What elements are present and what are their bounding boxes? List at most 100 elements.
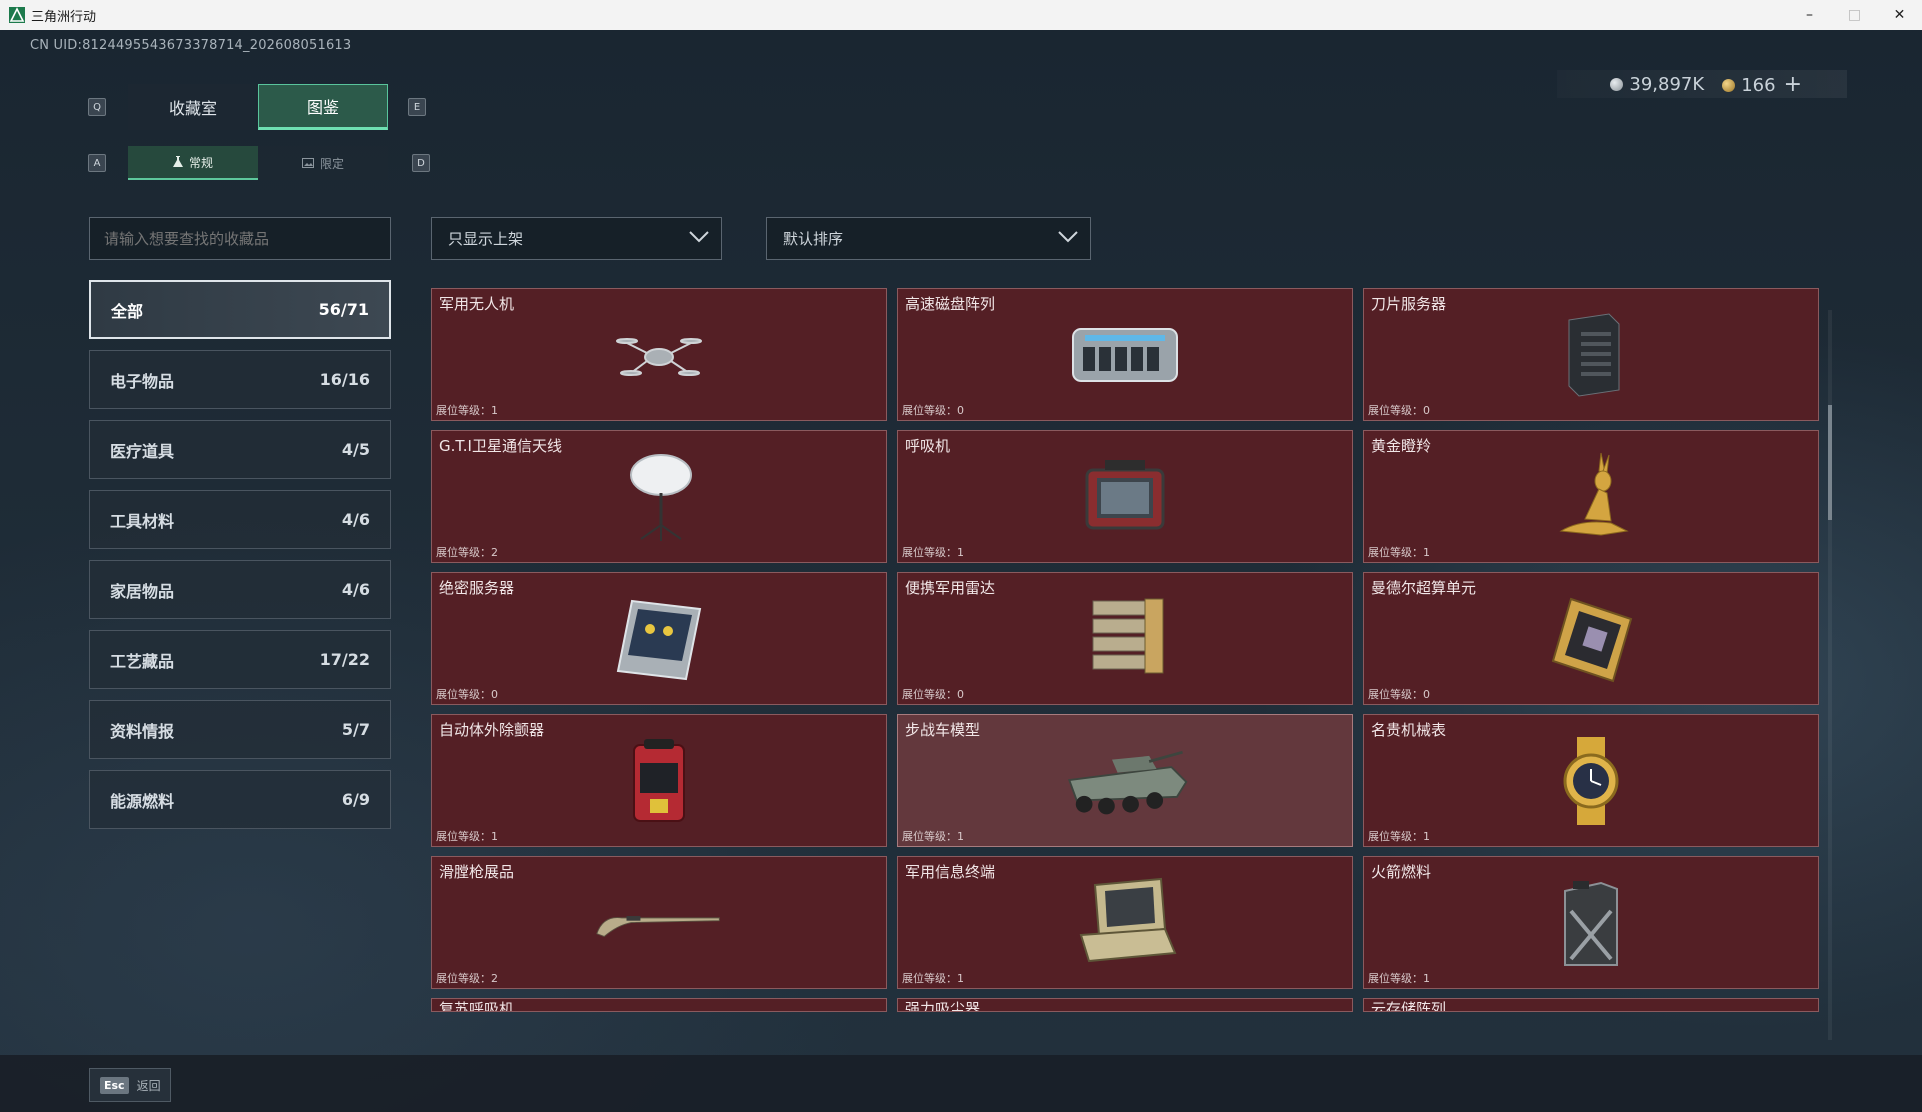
item-name: 绝密服务器 [439,579,515,597]
compute-unit-icon [1526,587,1656,691]
sort-dropdown[interactable]: 默认排序 [766,217,1091,260]
maximize-button[interactable]: □ [1832,0,1877,30]
radar-icon [1060,587,1190,691]
category-count: 4/6 [341,580,370,599]
collection-item-card[interactable]: 自动体外除颤器 展位等级：1 [431,714,887,847]
item-display-level: 展位等级：1 [1368,830,1430,843]
ventilator-icon [1060,445,1190,549]
category-label: 电子物品 [110,371,175,391]
collection-item-card[interactable]: 绝密服务器 展位等级：0 [431,572,887,705]
fuel-can-icon [1526,871,1656,975]
tab-collection-room[interactable]: 收藏室 [128,84,258,130]
collection-item-card[interactable]: 火箭燃料展位等级：1 [1363,856,1819,989]
tab-catalog[interactable]: 图鉴 [258,84,388,130]
collection-item-card[interactable]: 呼吸机 展位等级：1 [897,430,1353,563]
add-currency-button[interactable]: + [1784,72,1802,97]
category-label: 资料情报 [110,721,175,741]
category-count: 5/7 [341,720,370,739]
collection-search-input[interactable] [89,217,391,260]
hotkey-q: Q [88,98,106,116]
category-all[interactable]: 全部 56/71 [89,280,391,339]
watch-icon [1526,729,1656,833]
collection-item-card[interactable]: 军用信息终端 展位等级：1 [897,856,1353,989]
back-button[interactable]: Esc 返回 [89,1068,171,1102]
collection-item-card[interactable]: 高速磁盘阵列 展位等级：0 [897,288,1353,421]
item-name: 军用无人机 [439,295,515,313]
esc-key-hint: Esc [100,1076,129,1094]
silver-balance: 39,897K [1610,74,1704,95]
item-name: G.T.I卫星通信天线 [439,437,562,455]
item-name: 曼德尔超算单元 [1371,579,1477,597]
item-name: 强力吸尘器 [905,1000,981,1012]
category-count: 6/9 [341,790,370,809]
scrollbar-thumb[interactable] [1828,405,1832,520]
minimize-button[interactable]: – [1787,0,1832,30]
collection-item-card[interactable]: G.T.I卫星通信天线 展位等级：2 [431,430,887,563]
collection-item-card[interactable]: 复苏呼吸机 [431,998,887,1012]
hotkey-e: E [408,98,426,116]
ifv-model-icon [1060,729,1190,833]
category-count: 56/71 [318,300,369,319]
chevron-down-icon [1058,231,1078,243]
category-count: 16/16 [319,370,370,389]
subtab-regular-label: 常规 [188,155,213,170]
satellite-dish-icon [594,445,724,549]
item-display-level: 展位等级：1 [1368,972,1430,985]
musket-icon [594,871,724,975]
sort-value: 默认排序 [783,230,844,248]
currency-display: 39,897K 166 + [1610,72,1802,97]
collection-item-card[interactable]: 强力吸尘器 [897,998,1353,1012]
category-label: 工具材料 [110,511,175,531]
item-display-level: 展位等级：2 [436,972,498,985]
item-display-level: 展位等级：1 [436,404,498,417]
item-name: 名贵机械表 [1371,721,1447,739]
collection-item-card[interactable]: 军用无人机展位等级：1 [431,288,887,421]
collection-item-card[interactable]: 名贵机械表展位等级：1 [1363,714,1819,847]
collection-item-card[interactable]: 刀片服务器 展位等级：0 [1363,288,1819,421]
item-name: 火箭燃料 [1371,863,1432,881]
grid-scrollbar[interactable] [1828,310,1832,1040]
back-label: 返回 [136,1078,161,1093]
item-name: 复苏呼吸机 [439,1000,515,1012]
player-uid: CN UID:8124495543673378714_202608051613 [30,38,352,53]
category-energy[interactable]: 能源燃料 6/9 [89,770,391,829]
collection-item-card[interactable]: 云存储阵列 [1363,998,1819,1012]
category-label: 家居物品 [110,581,175,601]
category-count: 17/22 [319,650,370,669]
item-display-level: 展位等级：0 [902,688,964,701]
category-crafts[interactable]: 工艺藏品 17/22 [89,630,391,689]
item-display-level: 展位等级：0 [1368,404,1430,417]
disk-array-icon [1060,303,1190,407]
subtab-regular[interactable]: 常规 [128,146,258,180]
collection-item-card[interactable]: 曼德尔超算单元 展位等级：0 [1363,572,1819,705]
collection-grid: 军用无人机 展位等级：1 高速磁盘阵列 展位等级：0 刀片服务器 展位等级：0 G.T.I卫… [431,288,1828,1043]
window-titlebar: 三角洲行动 – □ ✕ [0,0,1922,30]
collection-item-card[interactable]: 黄金瞪羚 展位等级：1 [1363,430,1819,563]
rack-server-icon [594,587,724,691]
window-title: 三角洲行动 [31,9,97,25]
category-household[interactable]: 家居物品 4/6 [89,560,391,619]
category-electronics[interactable]: 电子物品 16/16 [89,350,391,409]
item-name: 云存储阵列 [1371,1000,1447,1012]
image-icon [301,158,314,168]
category-intel[interactable]: 资料情报 5/7 [89,700,391,759]
category-label: 全部 [111,301,144,321]
game-stage: CN UID:8124495543673378714_202608051613 … [0,30,1922,1112]
item-name: 高速磁盘阵列 [905,295,996,313]
category-label: 工艺藏品 [110,651,175,671]
item-name: 便携军用雷达 [905,579,996,597]
category-count: 4/6 [341,510,370,529]
item-display-level: 展位等级：1 [436,830,498,843]
server-tower-icon [1526,303,1656,407]
collection-item-card[interactable]: 步战车模型 展位等级：1 [897,714,1353,847]
main-tabs: 收藏室 图鉴 [128,84,388,130]
category-tools[interactable]: 工具材料 4/6 [89,490,391,549]
subtab-limited[interactable]: 限定 [258,146,388,180]
collection-item-card[interactable]: 便携军用雷达展位等级：0 [897,572,1353,705]
collection-item-card[interactable]: 滑膛枪展品 展位等级：2 [431,856,887,989]
close-button[interactable]: ✕ [1877,0,1922,30]
category-medical[interactable]: 医疗道具 4/5 [89,420,391,479]
shelf-filter-dropdown[interactable]: 只显示上架 [431,217,722,260]
item-name: 步战车模型 [905,721,981,739]
item-name: 呼吸机 [905,437,951,455]
